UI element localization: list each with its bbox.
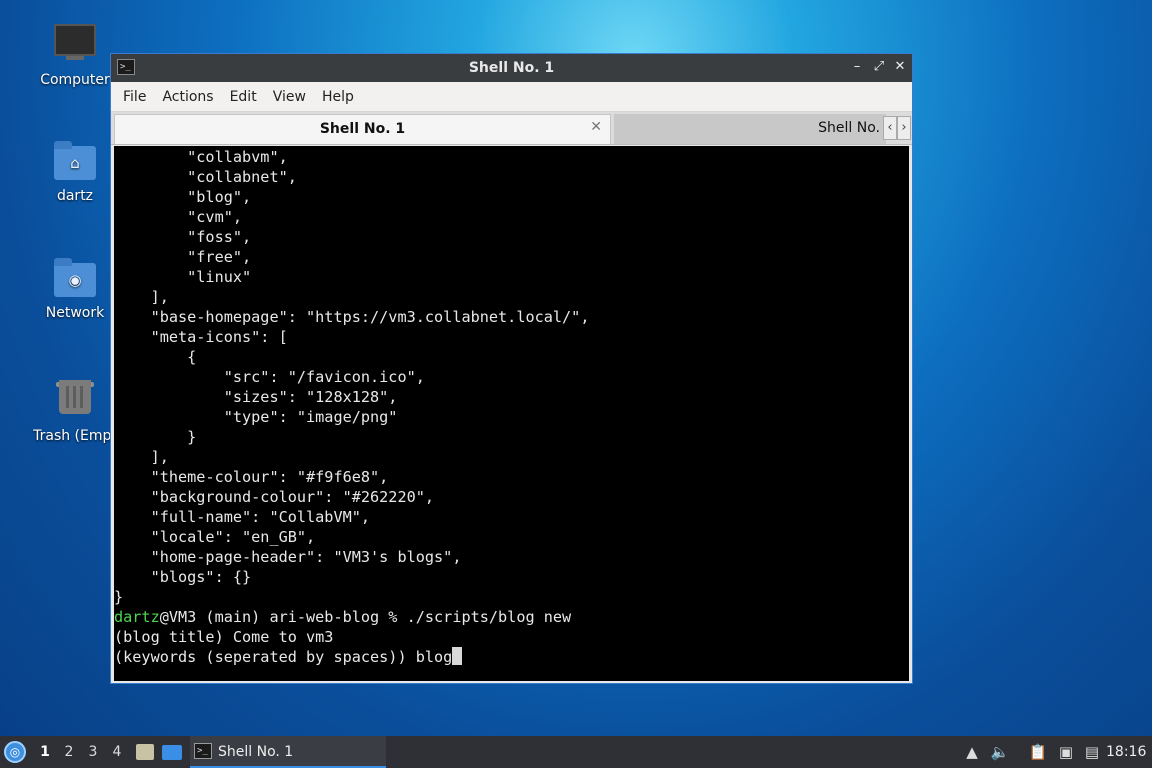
terminal-line: "base-homepage": "https://vm3.collabnet.…: [114, 308, 590, 326]
terminal-line: "background-colour": "#262220",: [114, 488, 435, 506]
taskbar-task-shell[interactable]: >_ Shell No. 1: [190, 736, 386, 768]
terminal-line: "free",: [114, 248, 252, 266]
computer-icon: [53, 24, 97, 68]
menu-help[interactable]: Help: [314, 89, 362, 105]
start-menu-button[interactable]: ◎: [4, 736, 30, 768]
menu-edit[interactable]: Edit: [222, 89, 265, 105]
terminal-input-line[interactable]: (keywords (seperated by spaces)) blog: [114, 647, 909, 667]
tab-shell-2[interactable]: Shell No.: [614, 114, 886, 144]
network-folder-icon: ◉: [53, 257, 97, 301]
terminal-line: "blogs": {}: [114, 568, 252, 586]
tab-label: Shell No. 1: [319, 121, 406, 137]
terminal-line: "meta-icons": [: [114, 328, 288, 346]
desktop-icon-computer[interactable]: Computer: [27, 24, 123, 88]
text-cursor: [452, 647, 463, 665]
volume-icon[interactable]: 🔈: [988, 736, 1012, 768]
terminal-line: }: [114, 428, 197, 446]
terminal-lines: "collabvm", "collabnet", "blog", "cvm", …: [114, 147, 909, 607]
maximize-icon[interactable]: ⤢: [870, 58, 888, 76]
menu-bar: File Actions Edit View Help: [111, 82, 912, 112]
tab-close-icon[interactable]: ✕: [590, 119, 602, 135]
desktop-icon-label: dartz: [56, 188, 94, 204]
terminal-line: "collabnet",: [114, 168, 297, 186]
tab-bar: Shell No. 1 ✕ Shell No. ‹ ›: [111, 112, 912, 145]
terminal-line: "collabvm",: [114, 148, 288, 166]
home-folder-icon: ⌂: [53, 140, 97, 184]
workspace-2[interactable]: 2: [58, 736, 80, 768]
clock[interactable]: 18:16: [1106, 736, 1146, 768]
desktop-icon-trash[interactable]: Trash (Empt: [27, 372, 123, 444]
window-title: Shell No. 1: [468, 60, 555, 76]
menu-file[interactable]: File: [115, 89, 154, 105]
terminal-line: (blog title) Come to vm3: [114, 628, 334, 646]
terminal-line: ],: [114, 448, 169, 466]
terminal-line: }: [114, 588, 124, 606]
show-desktop-icon[interactable]: [160, 736, 184, 768]
taskbar: ◎ 1 2 3 4 >_ Shell No. 1 ▲ 🔈 📋 ▣ ▤ 18:16: [0, 736, 1152, 768]
file-manager-launcher-icon[interactable]: [134, 736, 156, 768]
terminal-line: "blog",: [114, 188, 252, 206]
desktop-icon-label: Trash (Empt: [33, 428, 117, 444]
workspace-4[interactable]: 4: [106, 736, 128, 768]
terminal-line: "home-page-header": "VM3's blogs",: [114, 548, 462, 566]
close-icon[interactable]: ✕: [891, 58, 909, 76]
workspace-1[interactable]: 1: [34, 736, 56, 768]
terminal-prompt-line: dartz@VM3 (main) ari-web-blog % ./script…: [114, 607, 909, 627]
terminal-line: ],: [114, 288, 169, 306]
terminal-line: {: [114, 348, 197, 366]
tab-scroll-right-icon[interactable]: ›: [897, 116, 911, 140]
prompt-command: @VM3 (main) ari-web-blog % ./scripts/blo…: [159, 608, 572, 626]
menu-view[interactable]: View: [265, 89, 314, 105]
terminal-line: "locale": "en_GB",: [114, 528, 316, 546]
window-titlebar[interactable]: >_ Shell No. 1 – ⤢ ✕: [111, 54, 912, 82]
terminal-window: >_ Shell No. 1 – ⤢ ✕ File Actions Edit V…: [110, 53, 913, 684]
terminal-input-text: (keywords (seperated by spaces)) blog: [114, 648, 453, 666]
menu-actions[interactable]: Actions: [154, 89, 221, 105]
terminal-line: "src": "/favicon.ico",: [114, 368, 425, 386]
terminal-line: "full-name": "CollabVM",: [114, 508, 371, 526]
terminal-app-icon: >_: [194, 743, 212, 759]
terminal-line: "theme-colour": "#f9f6e8",: [114, 468, 389, 486]
trash-icon: [53, 380, 97, 424]
desktop-icon-network[interactable]: ◉ Network: [27, 257, 123, 321]
minimize-icon[interactable]: –: [848, 58, 866, 76]
desktop-icon-dartz[interactable]: ⌂ dartz: [27, 140, 123, 204]
workspace-3[interactable]: 3: [82, 736, 104, 768]
desktop-icon-label: Computer: [40, 72, 110, 88]
task-label: Shell No. 1: [218, 744, 294, 760]
tray-arrow-icon[interactable]: ▲: [960, 736, 984, 768]
prompt-user: dartz: [114, 608, 160, 626]
tab-scroll-left-icon[interactable]: ‹: [883, 116, 897, 140]
desktop-icon-label: Network: [45, 305, 105, 321]
terminal-line: "foss",: [114, 228, 252, 246]
lxqt-logo-icon: ◎: [4, 741, 26, 763]
network-status-icon[interactable]: ▣: [1054, 736, 1078, 768]
terminal-line: "cvm",: [114, 208, 243, 226]
terminal-line: "type": "image/png": [114, 408, 398, 426]
tab-shell-1[interactable]: Shell No. 1 ✕: [114, 114, 611, 144]
display-icon[interactable]: ▤: [1080, 736, 1104, 768]
tab-label: Shell No.: [818, 120, 880, 136]
terminal-line: "linux": [114, 268, 252, 286]
clipboard-icon[interactable]: 📋: [1026, 736, 1050, 768]
terminal-output[interactable]: "collabvm", "collabnet", "blog", "cvm", …: [114, 146, 909, 681]
terminal-line: "sizes": "128x128",: [114, 388, 398, 406]
